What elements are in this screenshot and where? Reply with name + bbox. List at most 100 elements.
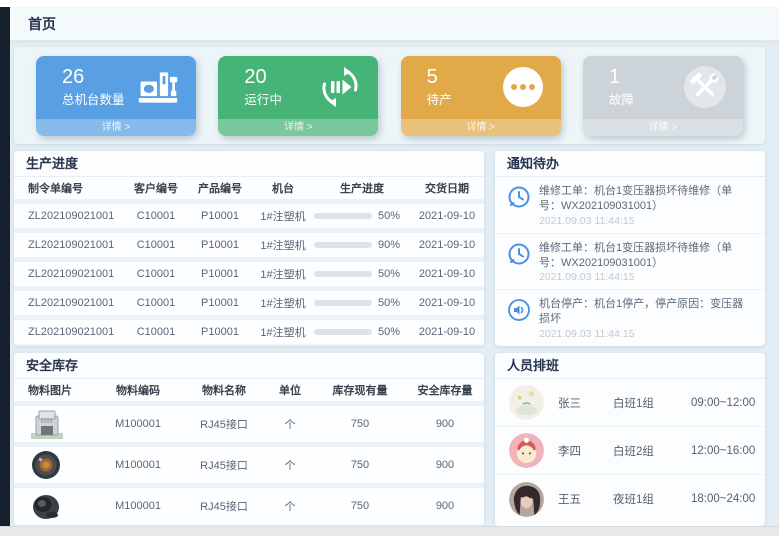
detail-link-total-machines[interactable]: 详情 > [36, 119, 196, 136]
stat-value: 26 [62, 66, 125, 89]
stat-value: 20 [244, 66, 282, 89]
col-header-stock-qty: 库存现有量 [314, 382, 406, 398]
page-title: 首页 [28, 14, 56, 34]
running-icon [318, 65, 362, 109]
order-no: ZL202109021001 [28, 297, 124, 309]
stat-card-body: 20 运行中 [218, 56, 378, 119]
panel-title-notifications: 通知待办 [495, 151, 765, 177]
progress-cell: 50% [314, 268, 410, 280]
stat-label: 总机台数量 [62, 89, 125, 108]
order-no: ZL202109021001 [28, 268, 124, 280]
stat-card-running[interactable]: 20 运行中 [218, 56, 378, 136]
material-unit: 个 [266, 457, 314, 473]
progress-bar-track [314, 329, 372, 335]
speaker-icon [507, 298, 531, 322]
person-shift: 白班2组 [613, 443, 691, 459]
production-table-row[interactable]: ZL202109021001 C10001 P10001 1#注塑机 50% 2… [14, 204, 484, 233]
material-image-rj45 [28, 407, 94, 441]
panel-title-inventory: 安全库存 [14, 353, 484, 379]
safety-qty: 900 [406, 459, 484, 471]
progress-label: 90% [378, 239, 400, 251]
clock-icon [507, 242, 531, 266]
detail-link-waiting[interactable]: 详情 > [401, 119, 561, 136]
inventory-table-row[interactable]: M100001 RJ45接口 个 750 900 [14, 488, 484, 526]
delivery-date: 2021-09-10 [410, 297, 484, 309]
notification-time: 2021.09.03 11:44:15 [539, 215, 753, 227]
stat-value: 1 [609, 66, 634, 89]
notification-item[interactable]: 维修工单：机台1变压器损坏待维修（单号：WX202109031001） 2021… [495, 234, 765, 291]
progress-bar-track [314, 271, 372, 277]
col-header-material-image: 物料图片 [28, 382, 94, 398]
machine-name: 1#注塑机 [252, 324, 314, 340]
inventory-table-row[interactable]: M100001 RJ45接口 个 750 900 [14, 447, 484, 488]
notification-item[interactable]: 机台停产：机台1停产，停产原因：变压器损坏 2021.09.03 11:44:1… [495, 290, 765, 346]
col-header-order-no: 制令单编号 [28, 180, 124, 196]
stat-card-waiting[interactable]: 5 待产 详情 > [401, 56, 561, 136]
material-code: M100001 [94, 418, 182, 430]
stat-card-fault[interactable]: 1 故障 [583, 56, 743, 136]
panel-title-production: 生产进度 [14, 151, 484, 177]
stock-qty: 750 [314, 459, 406, 471]
schedule-row[interactable]: 王五 夜班1组 18:00~24:00 [495, 475, 765, 523]
window-bottom-edge [0, 526, 779, 536]
notification-text: 机台停产：机台1停产，停产原因：变压器损坏 [539, 297, 753, 327]
stat-label: 故障 [609, 89, 634, 108]
detail-link-fault[interactable]: 详情 > [583, 119, 743, 136]
progress-cell: 50% [314, 326, 410, 338]
inventory-table-row[interactable]: M100001 RJ45接口 个 750 900 [14, 406, 484, 447]
panel-title-schedule: 人员排班 [495, 353, 765, 379]
col-header-material-code: 物料编码 [94, 382, 182, 398]
stat-card-total-machines[interactable]: 26 总机台数量 [36, 56, 196, 136]
safety-qty: 900 [406, 500, 484, 512]
person-name: 王五 [558, 491, 613, 507]
machine-name: 1#注塑机 [252, 266, 314, 282]
material-unit: 个 [266, 498, 314, 514]
material-name: RJ45接口 [182, 457, 266, 473]
avatar [509, 482, 544, 517]
avatar [509, 433, 544, 468]
progress-bar-track [314, 242, 372, 248]
production-table-row[interactable]: ZL202109021001 C10001 P10001 1#注塑机 50% 2… [14, 291, 484, 320]
production-table-row[interactable]: ZL202109021001 C10001 P10001 1#注塑机 90% 2… [14, 233, 484, 262]
customer-no: C10001 [124, 326, 188, 338]
page-content: 26 总机台数量 [10, 41, 779, 526]
production-table-header: 制令单编号 客户编号 产品编号 机台 生产进度 交货日期 [14, 177, 484, 204]
progress-label: 50% [378, 297, 400, 309]
progress-cell: 90% [314, 239, 410, 251]
schedule-row[interactable]: 李四 白班2组 12:00~16:00 [495, 427, 765, 475]
machine-name: 1#注塑机 [252, 237, 314, 253]
schedule-row[interactable]: 张三 白班1组 09:00~12:00 [495, 379, 765, 427]
inventory-table-header: 物料图片 物料编码 物料名称 单位 库存现有量 安全库存量 [14, 379, 484, 406]
customer-no: C10001 [124, 239, 188, 251]
customer-no: C10001 [124, 297, 188, 309]
stat-label: 运行中 [244, 89, 282, 108]
delivery-date: 2021-09-10 [410, 239, 484, 251]
col-header-progress: 生产进度 [314, 180, 410, 196]
material-code: M100001 [94, 500, 182, 512]
window-top-edge [0, 0, 779, 7]
person-time: 12:00~16:00 [691, 445, 755, 457]
progress-cell: 50% [314, 297, 410, 309]
page-header: 首页 [10, 7, 779, 41]
detail-link-running[interactable]: 详情 > [218, 119, 378, 136]
notification-item[interactable]: 维修工单：机台1变压器损坏待维修（单号：WX202109031001） 2021… [495, 177, 765, 234]
safety-stock-panel: 安全库存 物料图片 物料编码 物料名称 单位 库存现有量 安全库存量 [14, 353, 484, 526]
person-shift: 夜班1组 [613, 491, 691, 507]
col-header-customer-no: 客户编号 [124, 180, 188, 196]
machine-name: 1#注塑机 [252, 295, 314, 311]
col-header-machine: 机台 [252, 180, 314, 196]
col-header-product-no: 产品编号 [188, 180, 252, 196]
col-header-unit: 单位 [266, 382, 314, 398]
production-table-row[interactable]: ZL202109021001 C10001 P10001 1#注塑机 50% 2… [14, 262, 484, 291]
fault-icon [683, 65, 727, 109]
product-no: P10001 [188, 210, 252, 222]
product-no: P10001 [188, 297, 252, 309]
safety-qty: 900 [406, 418, 484, 430]
order-no: ZL202109021001 [28, 326, 124, 338]
progress-cell: 50% [314, 210, 410, 222]
production-table-row[interactable]: ZL202109021001 C10001 P10001 1#注塑机 50% 2… [14, 320, 484, 346]
material-name: RJ45接口 [182, 498, 266, 514]
progress-label: 50% [378, 268, 400, 280]
stat-cards-panel: 26 总机台数量 [14, 47, 765, 144]
avatar [509, 385, 544, 420]
